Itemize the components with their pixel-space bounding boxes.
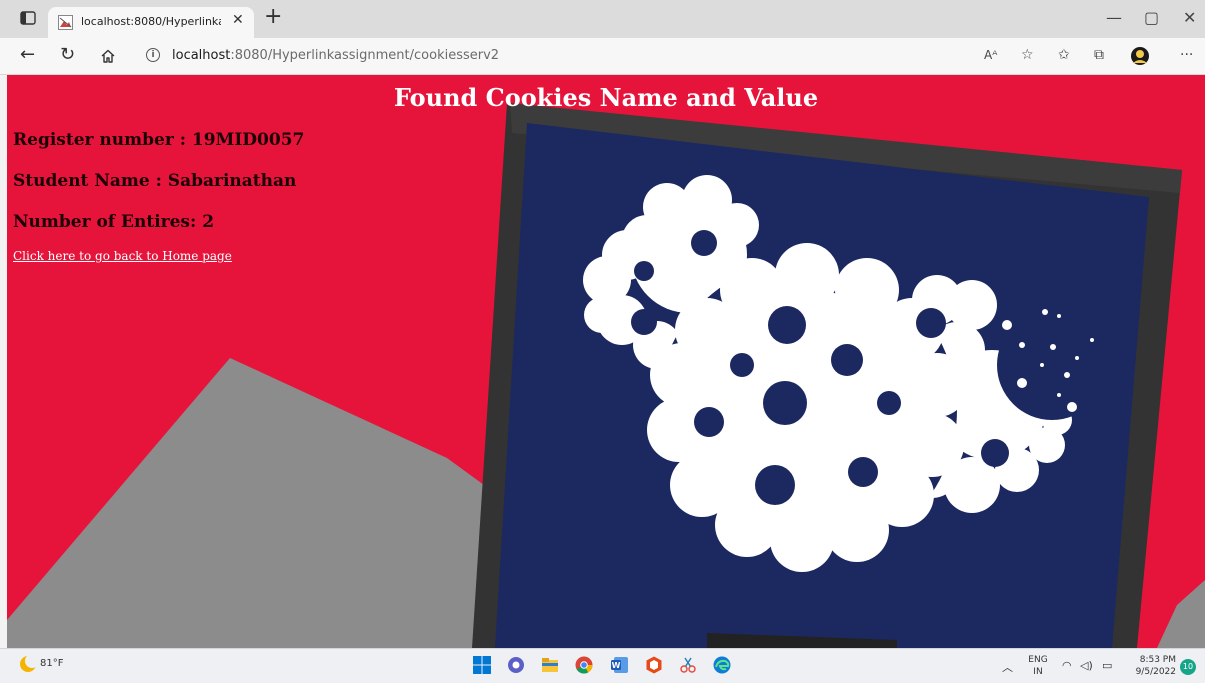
temperature-text[interactable]: 81°F <box>40 658 63 669</box>
page-title: Found Cookies Name and Value <box>393 83 819 112</box>
clock-date[interactable]: 9/5/2022 <box>1128 667 1176 678</box>
minimize-icon[interactable]: — <box>1106 9 1122 27</box>
browser-tab[interactable]: localhost:8080/Hyperlinkassignm ✕ <box>48 7 254 38</box>
register-number-text: Register number : 19MID0057 <box>13 130 305 150</box>
info-icon[interactable]: i <box>146 48 160 62</box>
battery-icon[interactable]: ▭ <box>1102 659 1112 672</box>
page-content: Found Cookies Name and Value Register nu… <box>7 75 1205 648</box>
collections-icon[interactable]: ⧉ <box>1094 47 1104 63</box>
weather-icon[interactable] <box>20 654 39 672</box>
home-page-link[interactable]: Click here to go back to Home page <box>13 249 232 263</box>
page-favicon-icon <box>58 15 73 30</box>
entries-count-text: Number of Entires: 2 <box>13 212 215 232</box>
chat-icon[interactable] <box>506 655 526 675</box>
word-icon[interactable]: W <box>610 655 630 675</box>
start-icon[interactable] <box>472 655 492 675</box>
clock-time[interactable]: 8:53 PM <box>1128 655 1176 666</box>
svg-text:W: W <box>612 661 621 670</box>
refresh-icon[interactable]: ↻ <box>60 45 75 65</box>
tab-title: localhost:8080/Hyperlinkassignm <box>81 15 221 28</box>
back-icon[interactable]: ← <box>20 45 35 65</box>
profile-icon[interactable] <box>1130 46 1150 66</box>
url-host: localhost <box>172 48 231 63</box>
url-path: :8080/Hyperlinkassignment/cookiesserv2 <box>230 48 500 63</box>
browser-toolbar: ← ↻ i localhost:8080/Hyperlinkassignment… <box>0 38 1205 75</box>
window-close-icon[interactable]: ✕ <box>1183 9 1196 27</box>
language-code[interactable]: ENG <box>1026 655 1050 666</box>
tab-close-icon[interactable]: ✕ <box>232 12 244 28</box>
url-text[interactable]: localhost:8080/Hyperlinkassignment/cooki… <box>172 48 499 63</box>
taskbar: 81°F W ︿ ENG IN ◠ ◁) ▭ 8:53 PM 9/5/2022 … <box>0 648 1205 683</box>
favorites-add-icon[interactable]: ☆ <box>1021 47 1034 63</box>
home-icon[interactable] <box>100 48 116 64</box>
address-bar[interactable]: i localhost:8080/Hyperlinkassignment/coo… <box>136 42 1006 70</box>
file-explorer-icon[interactable] <box>540 655 560 675</box>
maximize-icon[interactable]: ▢ <box>1144 9 1159 27</box>
more-icon[interactable]: ··· <box>1180 47 1193 63</box>
volume-icon[interactable]: ◁) <box>1080 659 1093 672</box>
tab-strip: localhost:8080/Hyperlinkassignm ✕ + — ▢ … <box>0 0 1205 38</box>
student-name-text: Student Name : Sabarinathan <box>13 171 297 191</box>
chevron-up-icon[interactable]: ︿ <box>1002 659 1013 675</box>
office-icon[interactable] <box>644 655 664 675</box>
cookie-monitor-illustration <box>7 103 1205 648</box>
language-region[interactable]: IN <box>1026 667 1050 678</box>
tab-actions-icon[interactable] <box>20 11 36 25</box>
notification-badge[interactable]: 10 <box>1180 659 1196 675</box>
read-aloud-icon[interactable]: Aᴬ <box>984 47 997 63</box>
favorites-icon[interactable]: ✩ <box>1058 47 1070 63</box>
new-tab-icon[interactable]: + <box>264 6 282 28</box>
snipping-tool-icon[interactable] <box>678 655 698 675</box>
wifi-icon[interactable]: ◠ <box>1062 659 1072 672</box>
edge-icon[interactable] <box>712 655 732 675</box>
chrome-icon[interactable] <box>574 655 594 675</box>
